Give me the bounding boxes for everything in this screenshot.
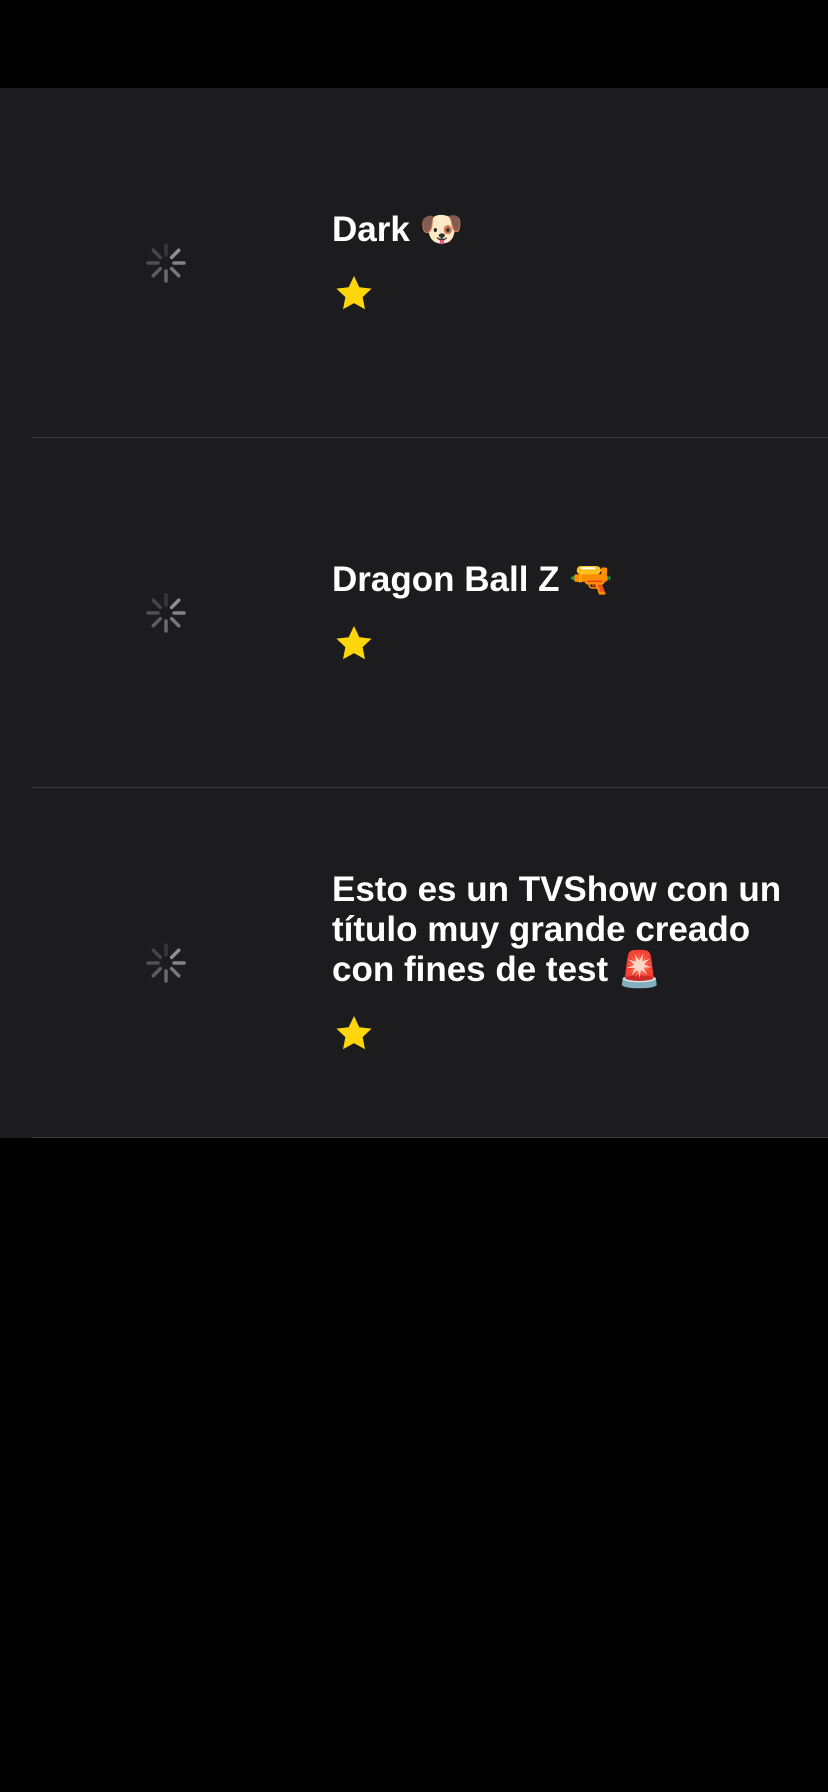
separator — [32, 1137, 828, 1138]
list-item-content: Dragon Ball Z 🔫 — [332, 560, 828, 666]
thumbnail — [0, 788, 332, 1137]
spinner-spoke — [151, 966, 163, 977]
spinner-spoke — [151, 616, 163, 627]
star-icon — [336, 275, 372, 309]
show-title: Dragon Ball Z 🔫 — [332, 559, 613, 599]
spinner-spoke — [169, 266, 181, 277]
list-item[interactable]: Dark 🐶 — [0, 88, 828, 437]
list-item-content: Dark 🐶 — [332, 210, 828, 316]
spinner-spoke — [151, 248, 163, 259]
spinner-spoke — [169, 948, 181, 959]
list-item[interactable]: Esto es un TVShow con un título muy gran… — [0, 788, 828, 1137]
star-icon — [336, 625, 372, 659]
show-title: Dark 🐶 — [332, 209, 464, 249]
thumbnail — [0, 88, 332, 437]
spinner-spoke — [169, 966, 181, 977]
spinner-spoke — [151, 598, 163, 609]
spinner-spoke — [169, 248, 181, 259]
loading-spinner-icon — [146, 942, 186, 983]
list-item-content: Esto es un TVShow con un título muy gran… — [332, 870, 828, 1056]
loading-spinner-icon — [146, 592, 186, 633]
show-title: Esto es un TVShow con un título muy gran… — [332, 869, 782, 989]
star-icon — [336, 1015, 372, 1049]
spinner-spoke — [169, 598, 181, 609]
status-bar — [0, 0, 828, 88]
thumbnail — [0, 438, 332, 787]
spinner-spoke — [169, 616, 181, 627]
spinner-spoke — [151, 266, 163, 277]
tv-show-list: Dark 🐶 Dragon Ball Z 🔫 Esto es un TVShow… — [0, 88, 828, 1138]
list-item[interactable]: Dragon Ball Z 🔫 — [0, 438, 828, 787]
spinner-spoke — [151, 948, 163, 959]
loading-spinner-icon — [146, 242, 186, 283]
